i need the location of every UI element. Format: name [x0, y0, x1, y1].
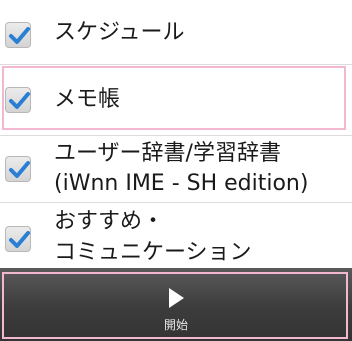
- memo-label: メモ帳: [54, 87, 121, 112]
- bottom-bar: 開始: [0, 268, 352, 341]
- screen: スケジュール メモ帳 ユーザー辞書/学習辞書 (iWnn IME - SH ed…: [0, 0, 352, 341]
- play-icon: [169, 288, 184, 308]
- recommended-communication-checkbox[interactable]: [5, 226, 31, 252]
- recommended-communication-label-line1: おすすめ・: [54, 209, 165, 234]
- checkmark-icon: [9, 161, 30, 178]
- checkmark-icon: [9, 92, 30, 109]
- schedule-label: スケジュール: [54, 20, 185, 45]
- checkmark-icon: [9, 231, 30, 248]
- list-item-recommended-communication[interactable]: おすすめ・ コミュニケーション: [0, 203, 352, 268]
- list-item-memo[interactable]: メモ帳: [0, 65, 352, 135]
- list-item-user-dictionary[interactable]: ユーザー辞書/学習辞書 (iWnn IME - SH edition): [0, 136, 352, 202]
- start-button[interactable]: 開始: [0, 268, 352, 341]
- schedule-checkbox[interactable]: [5, 22, 31, 48]
- recommended-communication-label-line2: コミュニケーション: [54, 240, 252, 265]
- memo-checkbox[interactable]: [5, 87, 31, 113]
- checkmark-icon: [9, 27, 30, 44]
- start-button-label: 開始: [163, 318, 188, 332]
- user-dictionary-label-line2: (iWnn IME - SH edition): [54, 171, 309, 196]
- list-item-schedule[interactable]: スケジュール: [0, 0, 352, 64]
- user-dictionary-checkbox[interactable]: [5, 156, 31, 182]
- user-dictionary-label-line1: ユーザー辞書/学習辞書: [54, 141, 281, 166]
